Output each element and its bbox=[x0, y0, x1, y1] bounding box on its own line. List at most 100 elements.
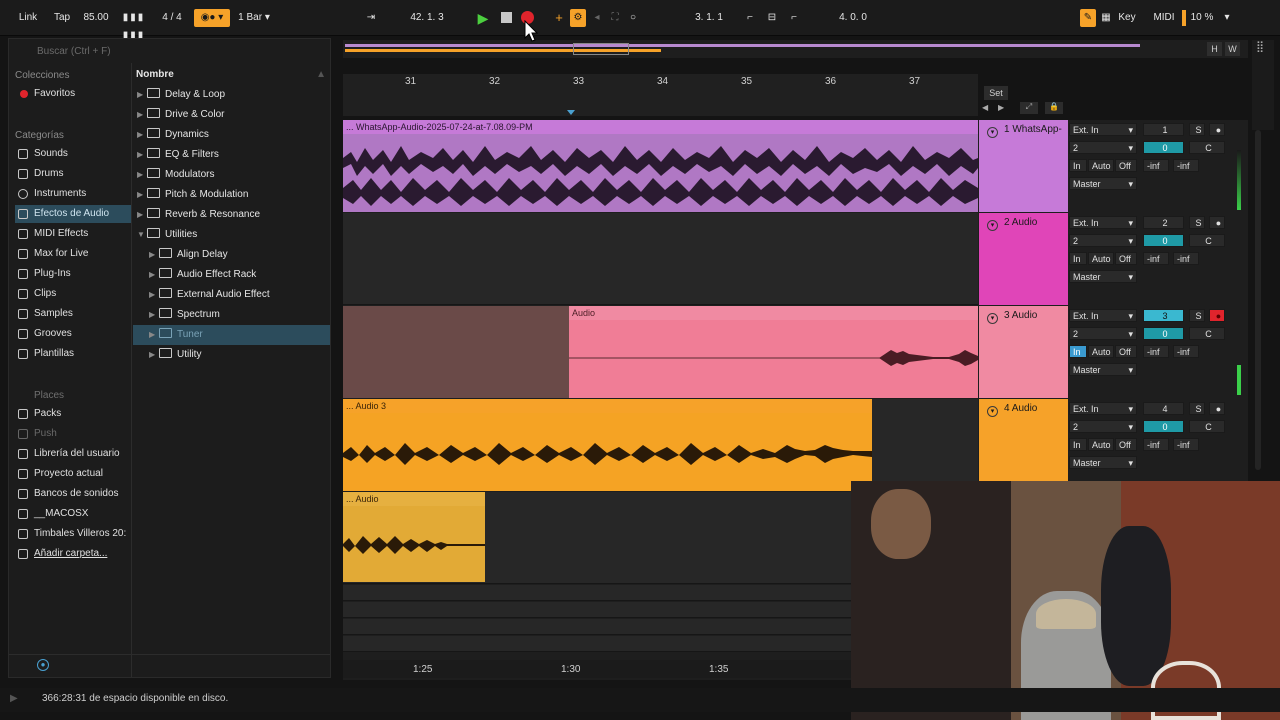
sidebar-item-libreria[interactable]: Librería del usuario bbox=[15, 445, 131, 463]
sidebar-item-midi-effects[interactable]: MIDI Effects bbox=[15, 225, 131, 243]
name-column-header[interactable]: Nombre ▲ bbox=[134, 67, 330, 83]
sidebar-item-macosx[interactable]: __MACOSX bbox=[15, 505, 131, 523]
midi-map-button[interactable]: MIDI bbox=[1150, 9, 1178, 27]
pan-field[interactable]: C bbox=[1189, 327, 1225, 340]
draw-mode-icon[interactable]: ✎ bbox=[1080, 9, 1096, 27]
volume-field[interactable]: 0 bbox=[1143, 420, 1184, 433]
pan-field[interactable]: C bbox=[1189, 141, 1225, 154]
tree-item-tuner[interactable]: ▶ Tuner bbox=[133, 325, 330, 345]
sidebar-item-samples[interactable]: Samples bbox=[15, 305, 131, 323]
volume-field[interactable]: 0 bbox=[1143, 141, 1184, 154]
overview-viewport[interactable] bbox=[573, 43, 629, 55]
metronome-bars-icon[interactable]: ▮▮▮ ▮▮▮ bbox=[116, 9, 152, 41]
loop-marker-icon[interactable] bbox=[567, 110, 575, 115]
input-type-select[interactable]: Ext. In ▾ bbox=[1069, 309, 1137, 322]
track-activator[interactable]: 3 bbox=[1143, 309, 1184, 322]
monitor-off-button[interactable]: Off bbox=[1115, 252, 1137, 265]
sidebar-item-efectos-de-audio[interactable]: Efectos de Audio bbox=[15, 205, 131, 223]
track-activator[interactable]: 4 bbox=[1143, 402, 1184, 415]
tree-item-utilities[interactable]: ▼ Utilities bbox=[137, 225, 197, 245]
output-select[interactable]: Master ▾ bbox=[1069, 177, 1137, 190]
audio-clip-4[interactable]: ... Audio 3 bbox=[343, 399, 872, 491]
sidebar-item-plantillas[interactable]: Plantillas bbox=[15, 345, 131, 363]
output-select[interactable]: Master ▾ bbox=[1069, 270, 1137, 283]
metronome-button[interactable]: ◉● ▾ bbox=[194, 9, 230, 27]
monitor-off-button[interactable]: Off bbox=[1115, 159, 1137, 172]
arrangement-overview[interactable]: H W bbox=[343, 40, 1248, 58]
tree-item-delay-loop[interactable]: ▶ Delay & Loop bbox=[137, 85, 225, 105]
input-type-select[interactable]: Ext. In ▾ bbox=[1069, 123, 1137, 136]
play-icon[interactable]: ▶ bbox=[474, 9, 492, 27]
fold-icon[interactable]: ▾ bbox=[987, 406, 998, 417]
loop-start-field[interactable]: 3. 1. 1 bbox=[678, 9, 740, 27]
tree-item-reverb-resonance[interactable]: ▶ Reverb & Resonance bbox=[137, 205, 260, 225]
volume-field[interactable]: 0 bbox=[1143, 327, 1184, 340]
tree-item-external-audio-effect[interactable]: ▶ External Audio Effect bbox=[149, 285, 270, 305]
tree-item-modulators[interactable]: ▶ Modulators bbox=[137, 165, 214, 185]
tap-button[interactable]: Tap bbox=[50, 9, 74, 27]
h-button[interactable]: H bbox=[1207, 42, 1222, 56]
monitor-auto-button[interactable]: Auto bbox=[1088, 159, 1114, 172]
tree-item-pitch-modulation[interactable]: ▶ Pitch & Modulation bbox=[137, 185, 248, 205]
volume-field[interactable]: 0 bbox=[1143, 234, 1184, 247]
input-channel-select[interactable]: 2 ▾ bbox=[1069, 234, 1137, 247]
fold-icon[interactable]: ▾ bbox=[987, 220, 998, 231]
back-to-arrangement-icon[interactable]: ◂ bbox=[590, 9, 604, 27]
tree-item-dynamics[interactable]: ▶ Dynamics bbox=[137, 125, 209, 145]
lane-2[interactable] bbox=[343, 213, 978, 305]
loop-switch-icon[interactable]: ⊟ bbox=[764, 9, 780, 27]
prev-locator-icon[interactable]: ◀ bbox=[982, 103, 994, 115]
stop-button[interactable] bbox=[498, 9, 514, 27]
tree-item-drive-color[interactable]: ▶ Drive & Color bbox=[137, 105, 224, 125]
track-activator[interactable]: 2 bbox=[1143, 216, 1184, 229]
tree-item-utility[interactable]: ▶ Utility bbox=[149, 345, 201, 365]
tree-item-spectrum[interactable]: ▶ Spectrum bbox=[149, 305, 220, 325]
tree-item-align-delay[interactable]: ▶ Align Delay bbox=[149, 245, 228, 265]
time-ruler[interactable]: 1:25 1:30 1:35 bbox=[343, 660, 853, 678]
monitor-in-button[interactable]: In bbox=[1069, 438, 1087, 451]
pan-field[interactable]: C bbox=[1189, 234, 1225, 247]
sidebar-item-push[interactable]: Push bbox=[15, 425, 131, 443]
vertical-scrollbar[interactable] bbox=[1255, 130, 1261, 470]
sidebar-item-max-for-live[interactable]: Max for Live bbox=[15, 245, 131, 263]
monitor-in-button[interactable]: In bbox=[1069, 252, 1087, 265]
overdub-icon[interactable]: + bbox=[552, 9, 566, 27]
monitor-auto-button[interactable]: Auto bbox=[1088, 252, 1114, 265]
keyboard-icon[interactable]: ▦ bbox=[1099, 9, 1113, 27]
solo-button[interactable]: S bbox=[1189, 216, 1205, 229]
monitor-off-button[interactable]: Off bbox=[1115, 438, 1137, 451]
lock-icon[interactable]: 🔒 bbox=[1045, 102, 1063, 114]
punch-in-icon[interactable]: ⌐ bbox=[742, 9, 758, 27]
track-3-empty-region[interactable] bbox=[343, 306, 569, 398]
sidebar-item-timbales[interactable]: Timbales Villeros 20: bbox=[15, 525, 131, 543]
w-button[interactable]: W bbox=[1225, 42, 1240, 56]
expand-arrow-icon[interactable]: ▶ bbox=[10, 693, 22, 705]
solo-button[interactable]: S bbox=[1189, 402, 1205, 415]
link-button[interactable]: Link bbox=[14, 9, 42, 27]
monitor-in-button[interactable]: In bbox=[1069, 159, 1087, 172]
next-locator-icon[interactable]: ▶ bbox=[998, 103, 1010, 115]
audio-clip-1[interactable]: ... WhatsApp-Audio-2025-07-24-at-7.08.09… bbox=[343, 120, 978, 212]
track-header-3[interactable]: ▾ 3 Audio bbox=[979, 306, 1068, 398]
solo-button[interactable]: S bbox=[1189, 309, 1205, 322]
sidebar-item-instruments[interactable]: Instruments bbox=[15, 185, 131, 203]
loop-length-field[interactable]: 4. 0. 0 bbox=[822, 9, 884, 27]
capture-icon[interactable]: ⛶ bbox=[608, 9, 622, 27]
sidebar-item-grooves[interactable]: Grooves bbox=[15, 325, 131, 343]
track-header-4[interactable]: ▾ 4 Audio bbox=[979, 399, 1068, 491]
fold-icon[interactable]: ▾ bbox=[987, 127, 998, 138]
sidebar-item-drums[interactable]: Drums bbox=[15, 165, 131, 183]
sidebar-item-clips[interactable]: Clips bbox=[15, 285, 131, 303]
expand-icon[interactable]: ⤢ bbox=[1020, 102, 1038, 114]
tempo-field[interactable]: 85.00 bbox=[80, 9, 112, 27]
monitor-auto-button[interactable]: Auto bbox=[1088, 438, 1114, 451]
input-type-select[interactable]: Ext. In ▾ bbox=[1069, 402, 1137, 415]
audio-clip-3[interactable]: Audio bbox=[569, 306, 978, 398]
monitor-auto-button[interactable]: Auto bbox=[1088, 345, 1114, 358]
beat-ruler[interactable]: 31 32 33 34 35 36 37 bbox=[343, 74, 978, 116]
input-channel-select[interactable]: 2 ▾ bbox=[1069, 141, 1137, 154]
arm-button[interactable]: ● bbox=[1209, 123, 1225, 136]
arm-button[interactable]: ● bbox=[1209, 402, 1225, 415]
input-channel-select[interactable]: 2 ▾ bbox=[1069, 327, 1137, 340]
grid-icon[interactable]: ⣿ bbox=[1256, 40, 1264, 53]
